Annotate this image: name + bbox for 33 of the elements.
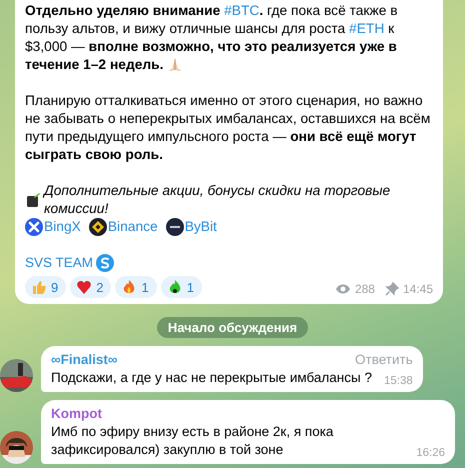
heart-icon — [76, 279, 92, 295]
reaction-button[interactable]: 2 — [70, 276, 112, 298]
message-time: 14:45 — [402, 281, 433, 298]
comment-time: 15:38 — [384, 374, 413, 389]
round-logo-icon — [166, 218, 184, 236]
praying-hands-icon — [167, 56, 184, 72]
cross-logo-icon — [25, 218, 43, 236]
discussion-start-label: Начало обсуждения — [156, 317, 308, 338]
reaction-button[interactable]: 9 — [25, 276, 66, 298]
comment-text: Имб по эфиру внизу есть в районе 2к, я пока зафиксировался) закуплю в той зоне — [51, 423, 334, 459]
hashtag-link[interactable]: #BTC — [224, 3, 260, 18]
message-paragraph: Отдельно уделяю внимание #BTC. где пока всё также в пользу альтов, и вижу отличные шансы для роста #ETH к $3,000 — вполне возможно, что это реализуется уже в течение 1–2 недель. — [25, 2, 399, 74]
promo-text: Дополнительные акции, бонусы скидки на торговые комиссии! — [44, 182, 392, 218]
eye-icon — [334, 283, 351, 295]
thumbs-up-icon — [31, 279, 47, 295]
author-name[interactable]: ∞Finalist∞ — [51, 351, 118, 369]
reaction-button[interactable]: 1 — [160, 276, 202, 298]
signature-link[interactable]: SVS TEAM — [25, 254, 94, 272]
view-count: 288 — [354, 281, 375, 298]
s-badge-icon — [96, 254, 114, 272]
message-paragraph: Планирую отталкиваться именно от этого сценария, но важно не забывать о неперекрытых имбалансах, оставшихся на всём пути предыдущего импульсного роста — они всё ещё могут сыграть свою роль. — [25, 92, 432, 164]
exchange-link[interactable]: Binance — [88, 218, 158, 236]
exchange-link[interactable]: BingX — [25, 218, 81, 236]
author-name[interactable]: Kompot — [51, 405, 102, 423]
folder-pencil-icon — [25, 192, 41, 208]
reaction-button[interactable]: 1 — [115, 276, 157, 298]
reply-link[interactable]: Ответить — [355, 351, 413, 369]
hashtag-link[interactable]: #ETH — [349, 21, 384, 36]
diamond-logo-icon — [88, 218, 107, 236]
comment-time: 16:26 — [416, 446, 445, 461]
pin-icon — [384, 282, 399, 296]
comment-text: Подскажи, а где у нас не перекрытые имбалансы ? — [51, 369, 372, 387]
exchange-link[interactable]: ByBit — [166, 218, 217, 236]
